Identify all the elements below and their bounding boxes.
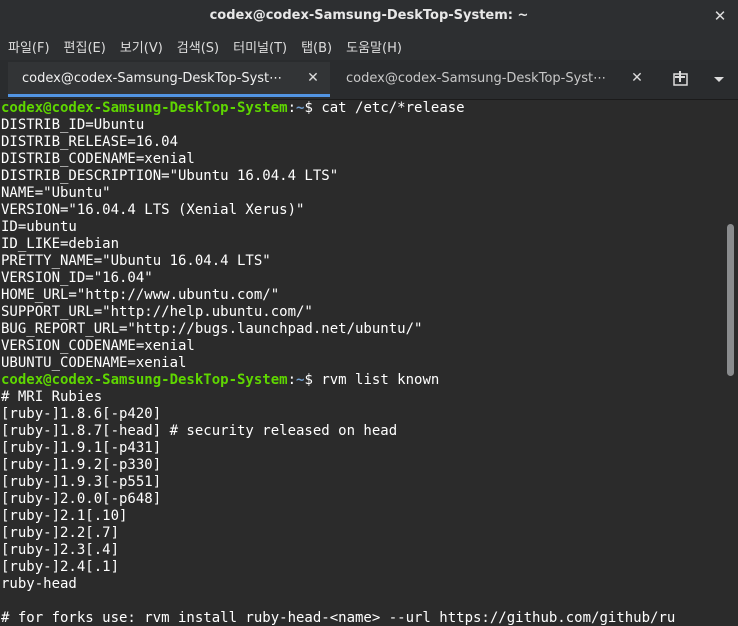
output-line: # MRI Rubies xyxy=(1,389,103,405)
output-line: [ruby-]1.9.2[-p330] xyxy=(1,457,162,473)
output-line: SUPPORT_URL="http://help.ubuntu.com/" xyxy=(1,304,313,320)
output-line: [ruby-]1.9.3[-p551] xyxy=(1,474,162,490)
menu-tabs[interactable]: 탭(B) xyxy=(293,37,338,56)
menu-edit[interactable]: 편집(E) xyxy=(56,37,112,56)
terminal-text: codex@codex-Samsung-DeskTop-System:~$ ca… xyxy=(1,100,675,626)
prompt-line: codex@codex-Samsung-DeskTop-System:~$ ca… xyxy=(1,100,675,117)
output-line: # for forks use: rvm install ruby-head-<… xyxy=(1,610,676,626)
prompt-separator: : xyxy=(287,100,297,116)
output-line: [ruby-]1.9.1[-p431] xyxy=(1,440,162,456)
output-line: VERSION_CODENAME=xenial xyxy=(1,338,195,354)
output-line: PRETTY_NAME="Ubuntu 16.04.4 LTS" xyxy=(1,253,271,269)
prompt-separator: : xyxy=(287,372,297,388)
prompt-line: codex@codex-Samsung-DeskTop-System:~$ rv… xyxy=(1,372,675,389)
tab-label: codex@codex-Samsung-DeskTop-Syst⋯ xyxy=(22,71,283,86)
output-line: ruby-head xyxy=(1,576,77,592)
close-icon[interactable]: ✕ xyxy=(628,69,646,87)
prompt-symbol: $ xyxy=(304,372,322,388)
tab-bar: codex@codex-Samsung-DeskTop-Syst⋯ ✕ code… xyxy=(0,60,738,100)
title-bar[interactable]: codex@codex-Samsung-DeskTop-System: ~ ✕ xyxy=(0,0,738,32)
output-line: NAME="Ubuntu" xyxy=(1,185,111,201)
output-line: VERSION_ID="16.04" xyxy=(1,270,153,286)
menu-file[interactable]: 파일(F) xyxy=(0,37,56,56)
new-tab-icon[interactable] xyxy=(670,68,692,90)
tab-label: codex@codex-Samsung-DeskTop-Syst⋯ xyxy=(346,71,607,86)
output-line: HOME_URL="http://www.ubuntu.com/" xyxy=(1,287,280,303)
command-text: rvm list known xyxy=(321,372,440,388)
output-line: [ruby-]2.2[.7] xyxy=(1,525,120,541)
output-line: [ruby-]2.0.0[-p648] xyxy=(1,491,162,507)
output-line: DISTRIB_ID=Ubuntu xyxy=(1,117,145,133)
output-line: [ruby-]2.1[.10] xyxy=(1,508,128,524)
window-title: codex@codex-Samsung-DeskTop-System: ~ xyxy=(209,8,529,23)
menu-search[interactable]: 검색(S) xyxy=(169,37,225,56)
terminal-output[interactable]: codex@codex-Samsung-DeskTop-System:~$ ca… xyxy=(0,100,724,626)
prompt-user: codex@codex-Samsung-DeskTop-System xyxy=(1,372,288,388)
output-line: [ruby-]1.8.6[-p420] xyxy=(1,406,162,422)
menu-bar: 파일(F) 편집(E) 보기(V) 검색(S) 터미널(T) 탭(B) 도움말(… xyxy=(0,32,738,60)
close-icon[interactable]: ✕ xyxy=(304,69,322,87)
close-icon[interactable]: ✕ xyxy=(710,6,730,26)
menu-view[interactable]: 보기(V) xyxy=(112,37,169,56)
chevron-down-icon[interactable] xyxy=(708,68,730,90)
output-line: DISTRIB_RELEASE=16.04 xyxy=(1,134,179,150)
output-line: [ruby-]1.8.7[-head] # security released … xyxy=(1,423,398,439)
vertical-scrollbar[interactable] xyxy=(724,100,738,626)
output-line: UBUNTU_CODENAME=xenial xyxy=(1,355,187,371)
menu-terminal[interactable]: 터미널(T) xyxy=(225,37,293,56)
tab-terminal-1[interactable]: codex@codex-Samsung-DeskTop-Syst⋯ ✕ xyxy=(8,62,330,97)
output-line: ID=ubuntu xyxy=(1,219,77,235)
output-line: DISTRIB_DESCRIPTION="Ubuntu 16.04.4 LTS" xyxy=(1,168,339,184)
output-line: [ruby-]2.3[.4] xyxy=(1,542,120,558)
menu-help[interactable]: 도움말(H) xyxy=(338,37,408,56)
output-line: [ruby-]2.4[.1] xyxy=(1,559,120,575)
output-line: VERSION="16.04.4 LTS (Xenial Xerus)" xyxy=(1,202,305,218)
command-text: cat /etc/*release xyxy=(321,100,465,116)
prompt-user: codex@codex-Samsung-DeskTop-System xyxy=(1,100,288,116)
tab-terminal-2[interactable]: codex@codex-Samsung-DeskTop-Syst⋯ ✕ xyxy=(332,62,654,97)
output-line: BUG_REPORT_URL="http://bugs.launchpad.ne… xyxy=(1,321,423,337)
terminal-window: codex@codex-Samsung-DeskTop-System: ~ ✕ … xyxy=(0,0,738,626)
prompt-symbol: $ xyxy=(304,100,322,116)
scrollbar-thumb[interactable] xyxy=(727,224,734,376)
output-line: DISTRIB_CODENAME=xenial xyxy=(1,151,195,167)
output-line: ID_LIKE=debian xyxy=(1,236,120,252)
